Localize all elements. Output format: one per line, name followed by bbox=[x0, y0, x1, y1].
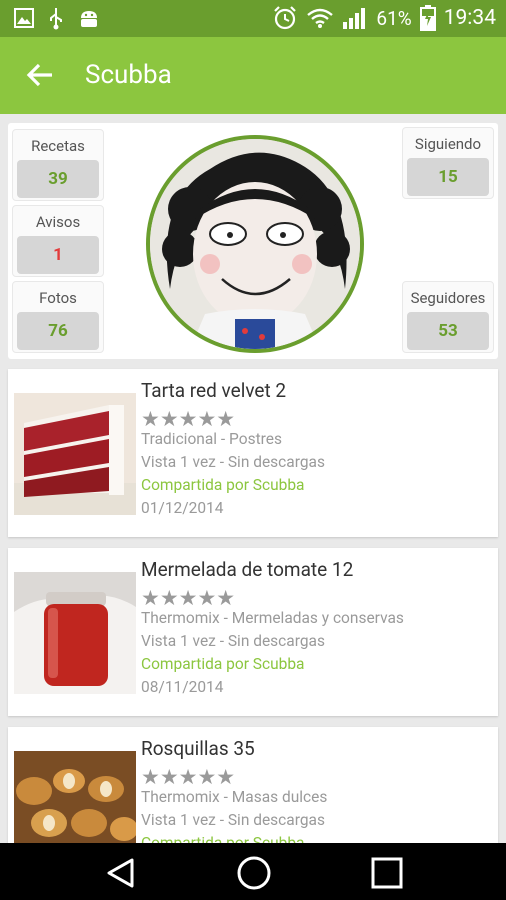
stat-fotos[interactable]: Fotos 76 bbox=[12, 281, 104, 353]
clock: 19:34 bbox=[443, 6, 496, 30]
recipe-shared-by: Compartida por Scubba bbox=[141, 476, 305, 494]
stat-value: 76 bbox=[17, 312, 99, 350]
stat-value: 53 bbox=[407, 312, 489, 350]
battery-percent: 61% bbox=[376, 6, 412, 30]
android-debug-icon bbox=[81, 11, 97, 27]
avatar-illustration bbox=[150, 139, 360, 349]
stat-value: 15 bbox=[407, 158, 489, 196]
recipe-date: 08/11/2014 bbox=[141, 678, 224, 696]
recipe-card[interactable]: Tarta red velvet 2 ★★★★★ Tradicional - P… bbox=[8, 369, 498, 537]
rating-stars: ★★★★★ bbox=[141, 766, 236, 790]
navigation-bar bbox=[0, 843, 506, 900]
stat-recetas[interactable]: Recetas 39 bbox=[12, 129, 104, 201]
recipe-thumbnail bbox=[14, 572, 136, 694]
recipe-stats: Vista 1 vez - Sin descargas bbox=[141, 811, 325, 829]
recipe-shared-by: Compartida por Scubba bbox=[141, 655, 305, 673]
signal-icon bbox=[343, 8, 366, 29]
rating-stars: ★★★★★ bbox=[141, 408, 236, 432]
stat-seguidores[interactable]: Seguidores 53 bbox=[402, 281, 494, 353]
recipe-stats: Vista 1 vez - Sin descargas bbox=[141, 453, 325, 471]
stat-avisos[interactable]: Avisos 1 bbox=[12, 205, 104, 277]
recipe-category: Tradicional - Postres bbox=[141, 430, 282, 448]
stat-value: 39 bbox=[17, 160, 99, 198]
stat-label: Siguiendo bbox=[414, 135, 482, 153]
wifi-icon bbox=[307, 8, 334, 28]
stat-label: Fotos bbox=[39, 289, 77, 307]
profile-card: Recetas 39 Avisos 1 Fotos 76 Siguiendo 1… bbox=[8, 123, 498, 359]
recipe-category: Thermomix - Mermeladas y conservas bbox=[141, 609, 404, 627]
image-notification-icon bbox=[14, 8, 34, 28]
recipe-thumbnail bbox=[14, 393, 136, 515]
app-bar: Scubba bbox=[0, 37, 506, 114]
battery-charging-icon bbox=[419, 5, 436, 31]
stat-siguiendo[interactable]: Siguiendo 15 bbox=[402, 127, 494, 199]
stat-label: Recetas bbox=[31, 137, 85, 155]
nav-home-icon[interactable] bbox=[236, 855, 272, 891]
recipe-date: 01/12/2014 bbox=[141, 499, 224, 517]
rating-stars: ★★★★★ bbox=[141, 587, 236, 611]
status-bar: 61% 19:34 bbox=[0, 0, 506, 37]
stat-label: Seguidores bbox=[410, 289, 486, 307]
back-arrow-icon[interactable] bbox=[24, 59, 56, 91]
page-title: Scubba bbox=[85, 60, 172, 90]
nav-recents-icon[interactable] bbox=[370, 856, 404, 890]
recipe-title: Rosquillas 35 bbox=[141, 737, 255, 760]
recipe-title: Mermelada de tomate 12 bbox=[141, 558, 354, 581]
recipe-title: Tarta red velvet 2 bbox=[141, 379, 287, 402]
recipe-category: Thermomix - Masas dulces bbox=[141, 788, 328, 806]
recipe-card[interactable]: Mermelada de tomate 12 ★★★★★ Thermomix -… bbox=[8, 548, 498, 716]
recipe-stats: Vista 1 vez - Sin descargas bbox=[141, 632, 325, 650]
nav-back-icon[interactable] bbox=[104, 857, 136, 889]
usb-icon bbox=[50, 8, 62, 30]
stat-value: 1 bbox=[17, 236, 99, 274]
avatar[interactable] bbox=[146, 135, 364, 353]
alarm-icon bbox=[274, 6, 297, 30]
stat-label: Avisos bbox=[35, 213, 81, 231]
